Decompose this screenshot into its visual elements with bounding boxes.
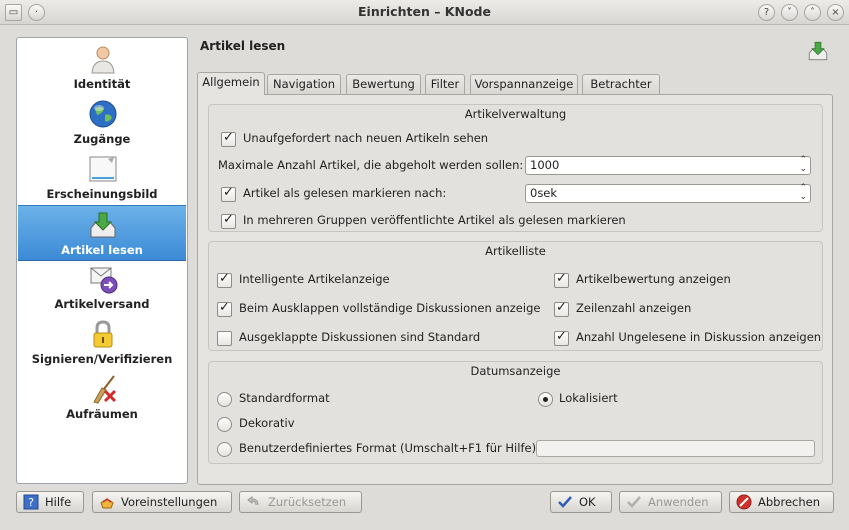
localized-label: Lokalisiert xyxy=(559,391,618,405)
cancel-button-label: Abbrechen xyxy=(758,495,820,509)
mail-send-icon xyxy=(90,267,118,294)
sidebar-item-label: Artikelversand xyxy=(54,297,150,311)
group-title: Datumsanzeige xyxy=(470,364,561,378)
defaults-button-label: Voreinstellungen xyxy=(121,495,218,509)
sidebar-item-label: Artikel lesen xyxy=(61,243,143,257)
custom-format-input[interactable] xyxy=(536,440,815,457)
sidebar-item-erscheinungsbild[interactable]: Erscheinungsbild xyxy=(18,150,186,204)
spin-arrows-icon[interactable]: ⌃ ⌄ xyxy=(799,156,807,174)
decorative-label: Dekorativ xyxy=(239,416,295,430)
default-expanded-checkbox[interactable] xyxy=(217,331,232,346)
sidebar: Identität Zugänge Erscheinungsbild Artik… xyxy=(16,37,188,484)
sidebar-item-label: Erscheinungsbild xyxy=(46,187,158,201)
sidebar-item-label: Identität xyxy=(73,77,131,91)
globe-icon xyxy=(89,100,117,128)
reset-button[interactable]: Zurücksetzen xyxy=(239,491,362,513)
minimize-icon[interactable]: ˅ xyxy=(781,4,798,21)
show-lines-checkbox[interactable]: ✓ xyxy=(554,300,569,317)
show-score-label: Artikelbewertung anzeigen xyxy=(576,272,731,286)
cancel-button[interactable]: Abbrechen xyxy=(729,491,834,513)
sidebar-item-identitaet[interactable]: Identität xyxy=(18,40,186,94)
help-button[interactable]: ? Hilfe xyxy=(16,491,84,513)
spin-arrows-icon[interactable]: ⌃ ⌄ xyxy=(799,184,807,202)
max-articles-value: 1000 xyxy=(530,158,560,172)
tab-vorspannanzeige[interactable]: Vorspannanzeige xyxy=(470,74,578,94)
show-lines-label: Zeilenzahl anzeigen xyxy=(576,301,692,315)
mark-read-spinbox[interactable]: 0sek ⌃ ⌄ xyxy=(525,184,811,203)
apply-button-label: Anwenden xyxy=(648,495,709,509)
checkmark-icon xyxy=(627,496,641,508)
ok-button-label: OK xyxy=(579,495,596,509)
tab-navigation[interactable]: Navigation xyxy=(267,74,341,94)
reset-button-label: Zurücksetzen xyxy=(268,495,347,509)
smart-display-label: Intelligente Artikelanzeige xyxy=(239,272,390,286)
max-articles-label: Maximale Anzahl Artikel, die abgeholt we… xyxy=(218,158,524,172)
person-icon xyxy=(91,46,115,74)
reset-icon xyxy=(247,496,259,506)
localized-radio[interactable] xyxy=(538,392,553,407)
auto-check-label: Unaufgefordert nach neuen Artikeln sehen xyxy=(243,131,489,145)
defaults-icon xyxy=(100,498,114,509)
standard-format-label: Standardformat xyxy=(239,391,330,405)
mark-read-value: 0sek xyxy=(530,186,558,200)
group-title: Artikelverwaltung xyxy=(464,107,567,121)
broom-icon xyxy=(93,375,117,404)
ok-button[interactable]: OK xyxy=(550,491,612,513)
sidebar-item-signieren[interactable]: Signieren/Verifizieren xyxy=(18,315,186,369)
standard-format-radio[interactable] xyxy=(217,392,232,407)
help-titlebar-icon[interactable]: ? xyxy=(758,4,775,21)
tab-filter[interactable]: Filter xyxy=(425,74,465,94)
download-tray-icon xyxy=(808,41,828,61)
checkmark-icon xyxy=(558,496,572,508)
defaults-button[interactable]: Voreinstellungen xyxy=(92,491,232,513)
show-unread-checkbox[interactable]: ✓ xyxy=(554,329,569,346)
title-bar: ▭ · Einrichten – KNode ? ˅ ˄ × xyxy=(0,0,849,25)
config-dialog: ▭ · Einrichten – KNode ? ˅ ˄ × Identität… xyxy=(0,0,849,530)
svg-text:?: ? xyxy=(28,496,34,509)
close-icon[interactable]: × xyxy=(827,4,844,21)
auto-check-checkbox[interactable]: ✓ xyxy=(221,130,236,147)
sidebar-item-zugaenge[interactable]: Zugänge xyxy=(18,95,186,149)
default-expanded-label: Ausgeklappte Diskussionen sind Standard xyxy=(239,330,481,344)
sidebar-item-label: Signieren/Verifizieren xyxy=(31,352,173,366)
download-tray-icon xyxy=(90,212,116,238)
apply-button[interactable]: Anwenden xyxy=(619,491,722,513)
custom-format-radio[interactable] xyxy=(217,442,232,457)
appearance-icon xyxy=(89,156,117,182)
cancel-icon xyxy=(736,494,752,510)
crosspost-checkbox[interactable]: ✓ xyxy=(221,212,236,229)
tab-bewertung[interactable]: Bewertung xyxy=(346,74,421,94)
tab-betrachter[interactable]: Betrachter xyxy=(582,74,660,94)
sidebar-item-artikel-lesen[interactable]: Artikel lesen xyxy=(18,205,186,261)
mark-read-label: Artikel als gelesen markieren nach: xyxy=(243,186,447,200)
expand-threads-label: Beim Ausklappen vollständige Diskussione… xyxy=(239,301,540,315)
tab-panel-allgemein: Artikelverwaltung ✓ Unaufgefordert nach … xyxy=(197,94,833,485)
expand-threads-checkbox[interactable]: ✓ xyxy=(217,300,232,317)
lock-icon xyxy=(93,320,113,348)
help-icon: ? xyxy=(23,494,39,510)
tab-allgemein[interactable]: Allgemein xyxy=(197,72,265,95)
page-title: Artikel lesen xyxy=(200,39,286,53)
sidebar-item-artikelversand[interactable]: Artikelversand xyxy=(18,260,186,314)
group-artikelliste: Artikelliste ✓ Intelligente Artikelanzei… xyxy=(208,241,823,351)
maximize-icon[interactable]: ˄ xyxy=(804,4,821,21)
group-datumsanzeige: Datumsanzeige Standardformat Lokalisiert… xyxy=(208,361,823,464)
window-title: Einrichten – KNode xyxy=(358,4,491,19)
sidebar-item-label: Zugänge xyxy=(73,132,131,146)
sidebar-item-label: Aufräumen xyxy=(66,407,138,421)
help-button-label: Hilfe xyxy=(45,495,72,509)
custom-format-label: Benutzerdefiniertes Format (Umschalt+F1 … xyxy=(239,441,537,455)
group-artikelverwaltung: Artikelverwaltung ✓ Unaufgefordert nach … xyxy=(208,104,823,232)
sidebar-item-aufraeumen[interactable]: Aufräumen xyxy=(18,370,186,424)
crosspost-label: In mehreren Gruppen veröffentlichte Arti… xyxy=(243,213,626,227)
mark-read-checkbox[interactable]: ✓ xyxy=(221,185,236,202)
show-score-checkbox[interactable]: ✓ xyxy=(554,271,569,288)
group-title: Artikelliste xyxy=(485,244,546,258)
smart-display-checkbox[interactable]: ✓ xyxy=(217,271,232,288)
max-articles-spinbox[interactable]: 1000 ⌃ ⌄ xyxy=(525,156,811,175)
decorative-radio[interactable] xyxy=(217,417,232,432)
show-unread-label: Anzahl Ungelesene in Diskussion anzeigen xyxy=(576,330,822,344)
